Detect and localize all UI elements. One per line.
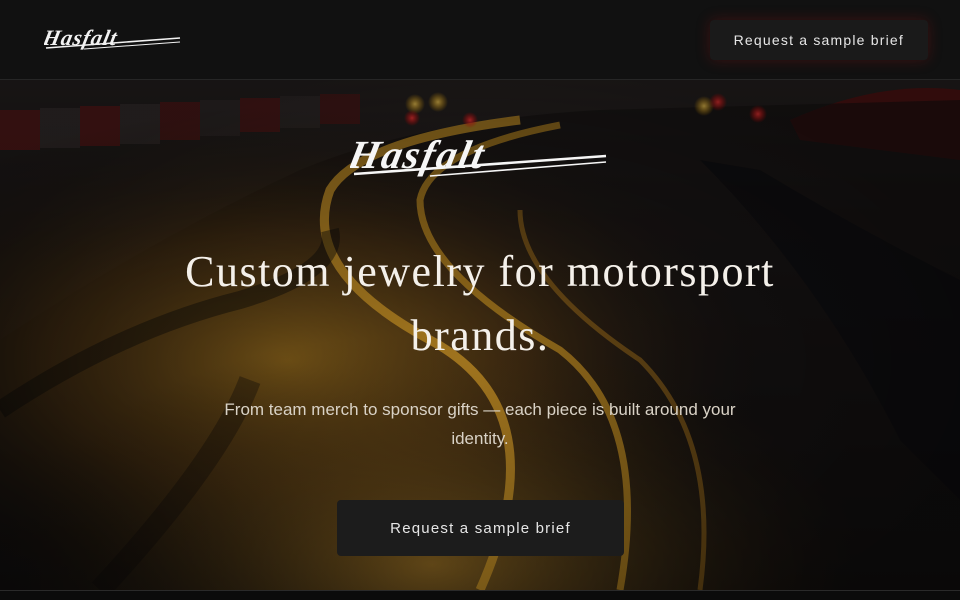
hero-section: Hasfalt Custom jewelry for motorsport br… (0, 80, 960, 590)
hero-request-sample-brief-button[interactable]: Request a sample brief (337, 500, 624, 556)
bottom-section-edge (0, 590, 960, 600)
hero-headline: Custom jewelry for motorsport brands. (185, 247, 775, 360)
top-nav-bar: Hasfalt Request a sample brief (0, 0, 960, 80)
brand-logo-link[interactable]: Hasfalt (44, 25, 182, 55)
hero-brand-logo: Hasfalt (350, 132, 607, 177)
request-sample-brief-button[interactable]: Request a sample brief (709, 19, 928, 60)
brand-logo-text: Hasfalt (44, 25, 120, 50)
brand-logo: Hasfalt (44, 25, 181, 50)
hero-subheadline: From team merch to sponsor gifts — each … (224, 400, 736, 448)
